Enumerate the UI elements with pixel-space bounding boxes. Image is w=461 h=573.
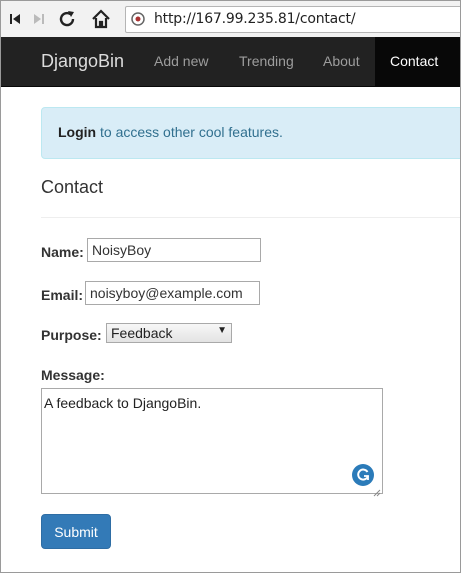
email-label: Email:: [41, 287, 84, 303]
nav-trending[interactable]: Trending: [239, 53, 294, 69]
grammar-check-icon[interactable]: [352, 464, 374, 486]
submit-button[interactable]: Submit: [41, 514, 111, 549]
name-field[interactable]: [87, 238, 261, 262]
navbar: DjangoBin Add new Trending About Contact: [1, 37, 460, 87]
name-label: Name:: [41, 244, 84, 260]
reload-icon[interactable]: [57, 9, 77, 29]
page-title: Contact: [41, 177, 104, 197]
alert-text: to access other cool features.: [96, 124, 283, 140]
nav-contact[interactable]: Contact: [375, 37, 460, 86]
first-page-icon[interactable]: [5, 9, 25, 29]
message-field[interactable]: A feedback to DjangoBin.: [41, 388, 383, 497]
nav-add-new[interactable]: Add new: [154, 53, 208, 69]
message-label: Message:: [41, 367, 105, 383]
purpose-selected-value: Feedback: [111, 325, 173, 341]
browser-window: http://167.99.235.81/contact/ DjangoBin …: [0, 0, 461, 573]
resize-handle-icon[interactable]: [373, 484, 381, 497]
purpose-select[interactable]: Feedback ▼: [106, 323, 232, 343]
chevron-down-icon: ▼: [217, 325, 227, 336]
last-page-icon[interactable]: [29, 9, 49, 29]
alert-message: Login to access other cool features.: [58, 124, 283, 140]
nav-about[interactable]: About: [323, 53, 360, 69]
info-alert: Login to access other cool features.: [41, 107, 460, 159]
navbar-brand[interactable]: DjangoBin: [41, 51, 124, 72]
nav-contact-label: Contact: [390, 53, 439, 69]
purpose-label: Purpose:: [41, 327, 102, 343]
message-text: A feedback to DjangoBin.: [44, 395, 202, 411]
login-link[interactable]: Login: [58, 124, 96, 140]
home-icon[interactable]: [91, 9, 111, 29]
url-text: http://167.99.235.81/contact/: [154, 11, 356, 27]
browser-toolbar: http://167.99.235.81/contact/: [1, 1, 460, 38]
site-info-icon[interactable]: [131, 12, 145, 26]
address-bar[interactable]: http://167.99.235.81/contact/: [125, 6, 460, 33]
divider: [41, 217, 460, 218]
email-field[interactable]: [85, 281, 260, 305]
